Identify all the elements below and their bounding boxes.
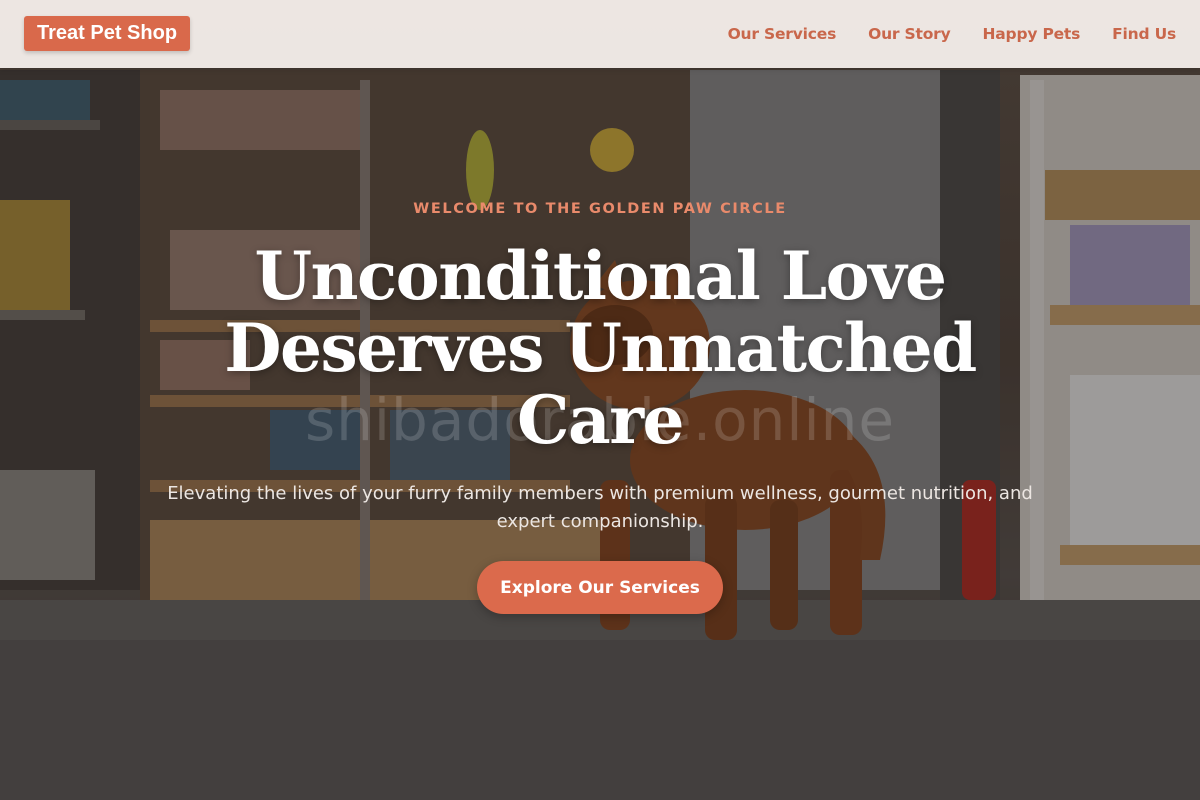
hero-content: WELCOME TO THE GOLDEN PAW CIRCLE shibado…: [0, 0, 1200, 800]
hero-eyebrow: WELCOME TO THE GOLDEN PAW CIRCLE: [413, 201, 787, 217]
hero-headline: Unconditional Love Deserves Unmatched Ca…: [224, 237, 977, 459]
hero-subtitle: Elevating the lives of your furry family…: [167, 483, 1033, 532]
explore-services-button[interactable]: Explore Our Services: [477, 561, 723, 614]
